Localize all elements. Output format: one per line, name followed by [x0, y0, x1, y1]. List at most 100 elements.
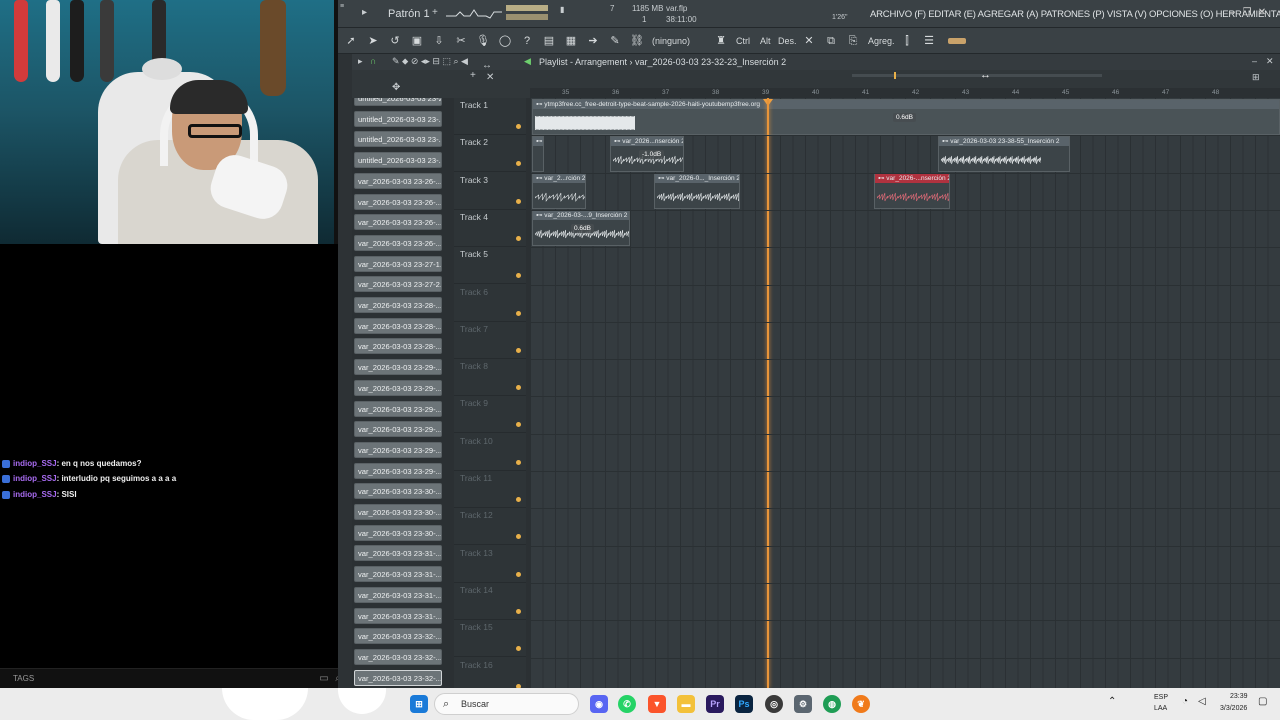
track-name[interactable]: Track 6 [460, 287, 488, 297]
pattern-item[interactable]: untitled_2026-03-03 23-... [354, 110, 442, 127]
bar-number[interactable]: 46 [1112, 89, 1119, 96]
chat-username[interactable]: indiop_SSJ [13, 459, 57, 468]
track-mute-led[interactable] [516, 422, 521, 428]
pattern-item[interactable]: untitled_2026-03-03 23-... [354, 131, 442, 148]
snap-selector[interactable]: (ninguno) [652, 36, 690, 46]
playhead[interactable] [767, 98, 769, 688]
pattern-item[interactable]: var_2026-03-03 23-29-... [354, 379, 442, 396]
undo-icon[interactable]: ↺ [388, 34, 402, 48]
track-mute-led[interactable] [516, 198, 521, 204]
main-menu[interactable]: ARCHIVO (F) EDITAR (E) AGREGAR (A) PATRO… [870, 9, 1280, 20]
track-header[interactable]: Track 13 [454, 546, 526, 583]
song-mode-icon[interactable]: ≡ [340, 3, 344, 10]
bar-number[interactable]: 44 [1012, 89, 1019, 96]
minimize-icon[interactable]: – [1252, 56, 1257, 66]
track-header[interactable]: Track 10 [454, 434, 526, 471]
restore-icon[interactable]: ❐ [1241, 7, 1253, 19]
audio-clip[interactable]: ⊷ ytmp3free.cc_free-detroit-type-beat-sa… [532, 98, 1280, 135]
pattern-item[interactable]: var_2026-03-03 23-32-... [354, 628, 442, 645]
arrangement-name[interactable]: var_2026-03-03 23-32-23_Inserción 2 [635, 57, 786, 67]
clip-title[interactable]: ⊷ ytmp3free.cc_free-detroit-type-beat-sa… [533, 99, 1279, 109]
clip-title[interactable]: ⊷ var_2026-03-...9_Inserción 2 [533, 211, 629, 221]
track-name[interactable]: Track 12 [460, 510, 493, 520]
discord-icon[interactable]: ◉ [590, 695, 608, 713]
audio-clip[interactable]: ⊷ var_2...rción 2 [532, 173, 586, 210]
track-mute-led[interactable] [516, 608, 521, 614]
track-name[interactable]: Track 10 [460, 436, 493, 446]
scroll-icon[interactable]: ↔ [482, 60, 492, 71]
track-name[interactable]: Track 8 [460, 361, 488, 371]
play-arrow-icon[interactable]: ▸ [362, 7, 367, 18]
track-name[interactable]: Track 14 [460, 585, 493, 595]
pattern-item[interactable]: var_2026-03-03 23-31-... [354, 586, 442, 603]
pattern-item[interactable]: var_2026-03-03 23-29-... [354, 400, 442, 417]
pattern-item[interactable]: var_2026-03-03 23-31-... [354, 607, 442, 624]
magnet-icon[interactable]: ∩ [370, 56, 376, 66]
wifi-icon[interactable]: ◔ [1182, 696, 1188, 707]
audio-clip[interactable]: ⊷ var_2026-03-...9_Inserción 2 0.6dB [532, 210, 630, 247]
track-header[interactable]: Track 15 [454, 620, 526, 658]
track-header[interactable]: Track 4 [454, 210, 526, 247]
track-header[interactable]: Track 9 [454, 396, 526, 434]
pattern-item[interactable]: var_2026-03-03 23-26-... [354, 172, 442, 189]
track-mute-led[interactable] [516, 534, 521, 540]
pattern-item[interactable]: untitled_2026-03-03 23-... [354, 152, 442, 169]
bar-number[interactable]: 37 [662, 89, 669, 96]
track-header[interactable]: Track 2 [454, 135, 526, 173]
draw-tool-icon[interactable]: ✎ ⬥ ⊘ ◂▸ ⊟ ⬚ ⌕ ◀ [392, 56, 468, 67]
chat-icon[interactable]: ◯ [498, 34, 512, 48]
language-top[interactable]: ESP [1154, 694, 1168, 701]
pattern-item[interactable]: var_2026-03-03 23-29-... [354, 421, 442, 438]
audio-clip[interactable]: ⊷ var_2026-03-03 23-38-55_Inserción 2 [938, 135, 1070, 172]
play-icon[interactable]: ◀ [524, 56, 531, 67]
bar-number[interactable]: 38 [712, 89, 719, 96]
piano-roll-icon[interactable]: ▦ [564, 34, 578, 48]
track-name[interactable]: Track 15 [460, 622, 493, 632]
close-track-icon[interactable]: ✕ [486, 72, 494, 83]
pattern-item[interactable]: var_2026-03-03 23-29-... [354, 462, 442, 479]
ctrl-button[interactable]: Ctrl [736, 36, 750, 46]
file-explorer-icon[interactable]: ▬ [677, 695, 695, 713]
track-header[interactable]: Track 1 [454, 98, 526, 135]
des-button[interactable]: Des. [778, 36, 797, 46]
track-header[interactable]: Track 12 [454, 508, 526, 546]
record-icon[interactable]: ▮ [560, 5, 564, 14]
clip-title[interactable]: ⊷ [533, 136, 543, 146]
delete-icon[interactable]: ✕ [802, 34, 816, 48]
playlist-grid[interactable]: ⊷ ytmp3free.cc_free-detroit-type-beat-sa… [530, 98, 1280, 688]
mic-icon[interactable]: 🎙 [476, 34, 490, 48]
channel-rack-icon[interactable]: ▤ [542, 34, 556, 48]
language-bottom[interactable]: LAA [1154, 705, 1167, 712]
track-mute-led[interactable] [516, 235, 521, 241]
obs-icon[interactable]: ◎ [765, 695, 783, 713]
bar-number[interactable]: 35 [562, 89, 569, 96]
save-icon[interactable]: ▣ [410, 34, 424, 48]
bar-number[interactable]: 41 [862, 89, 869, 96]
clip-title[interactable]: ⊷ var_2026...nserción 2 [611, 136, 683, 146]
bar-number[interactable]: 42 [912, 89, 919, 96]
track-header[interactable]: Track 3 [454, 173, 526, 210]
pattern-item[interactable]: var_2026-03-03 23-32-... [354, 669, 442, 686]
track-mute-led[interactable] [516, 310, 521, 316]
copy-icon[interactable]: ⧉ [824, 34, 838, 48]
add-track-icon[interactable]: + [470, 70, 476, 81]
track-header[interactable]: Track 11 [454, 471, 526, 508]
pattern-item[interactable]: var_2026-03-03 23-28-... [354, 338, 442, 355]
export-icon[interactable]: ⇩ [432, 34, 446, 48]
pattern-item[interactable]: var_2026-03-03 23-29-... [354, 359, 442, 376]
minimize-icon[interactable]: – [1226, 7, 1238, 19]
browser-icon[interactable]: ☰ [922, 34, 936, 48]
track-mute-led[interactable] [516, 273, 521, 279]
track-mute-led[interactable] [516, 385, 521, 391]
clock-time[interactable]: 23:39 [1230, 693, 1248, 700]
track-header[interactable]: Track 8 [454, 359, 526, 397]
pattern-selector[interactable]: Patrón 1 [388, 8, 430, 20]
settings-gear-icon[interactable]: ⚙ [794, 695, 812, 713]
bar-number[interactable]: 39 [762, 89, 769, 96]
bar-number[interactable]: 47 [1162, 89, 1169, 96]
pattern-item[interactable]: var_2026-03-03 23-28-... [354, 317, 442, 334]
track-header[interactable]: Track 6 [454, 285, 526, 322]
bar-number[interactable]: 48 [1212, 89, 1219, 96]
pattern-item[interactable]: var_2026-03-03 23-30-... [354, 524, 442, 541]
paste-icon[interactable]: ⎘ [846, 34, 860, 48]
